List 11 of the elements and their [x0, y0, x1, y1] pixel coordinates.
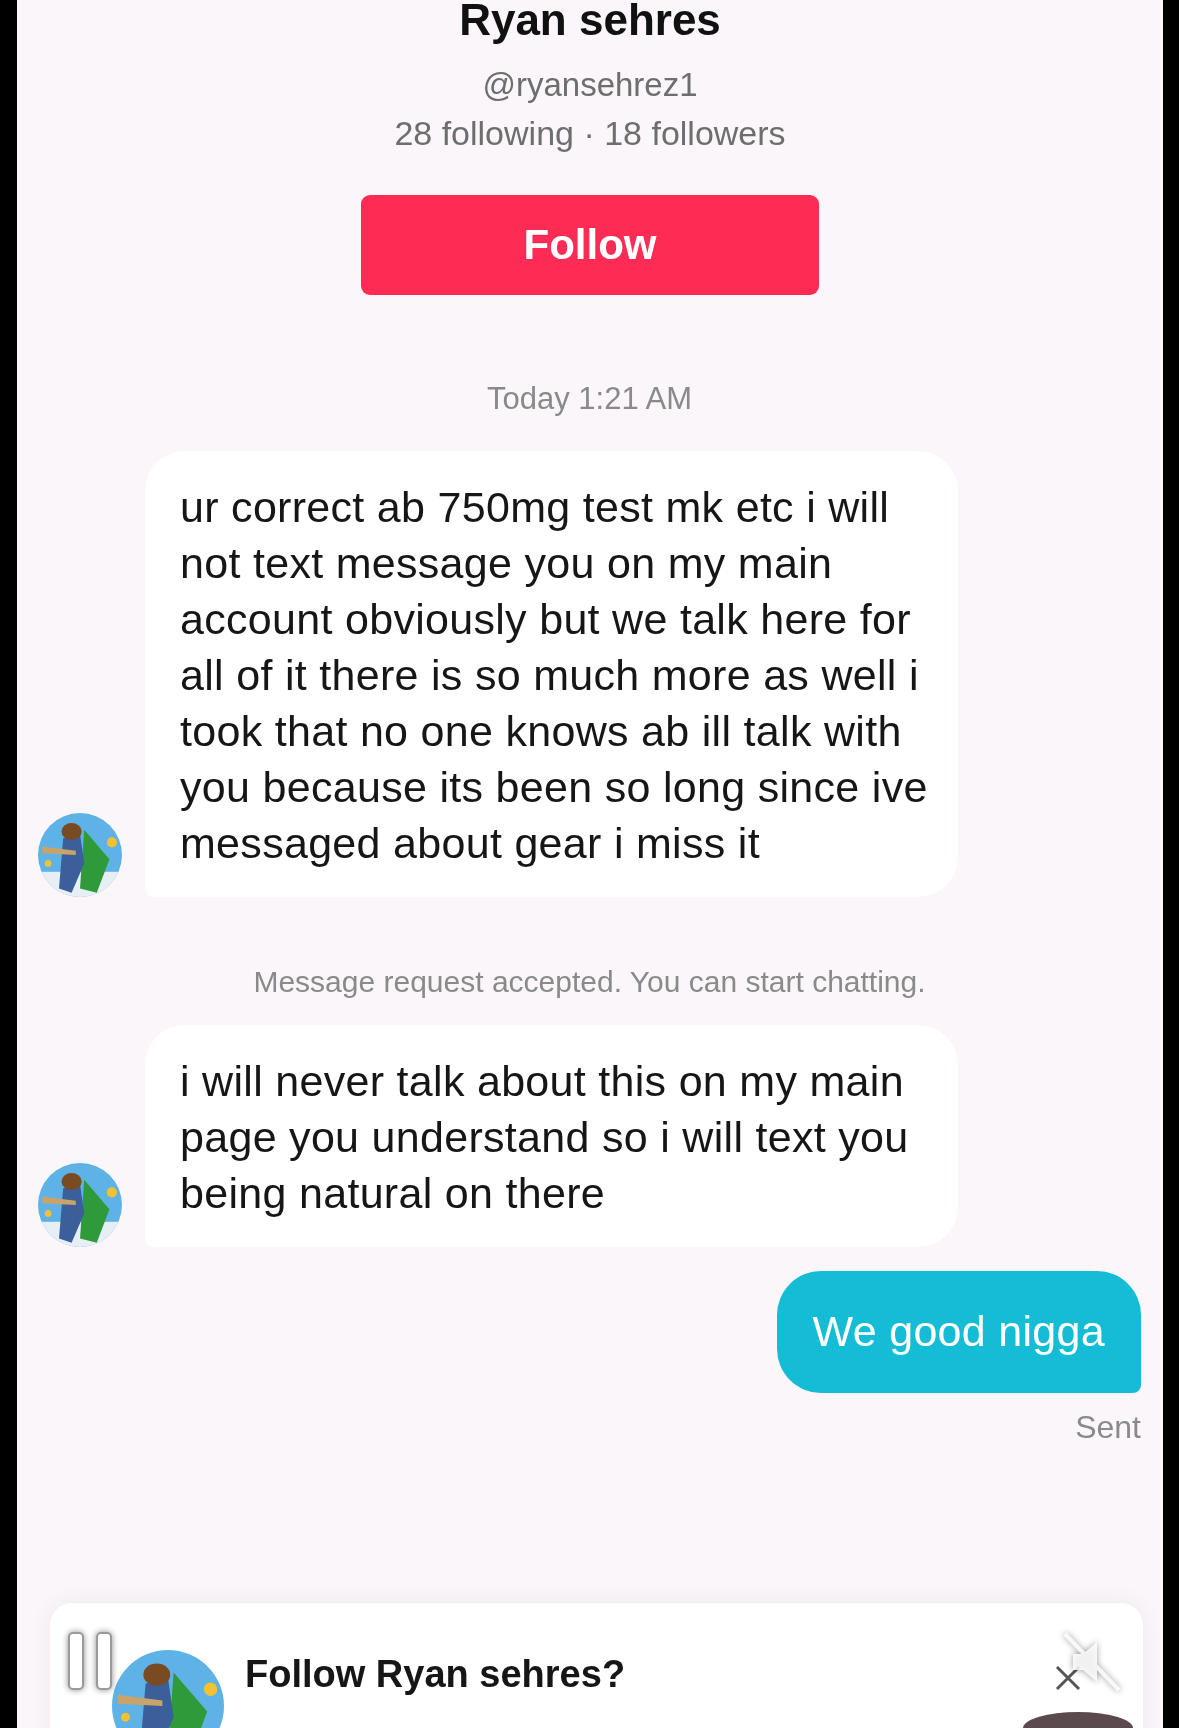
message-bubble: i will never talk about this on my main page you understand so i will text you being natural on there: [145, 1025, 958, 1247]
prompt-title: Follow Ryan sehres?: [245, 1653, 626, 1696]
follow-button[interactable]: Follow: [361, 195, 819, 295]
pause-icon[interactable]: [68, 1632, 112, 1690]
message-bubble: ur correct ab 750mg test mk etc i will not text message you on my main account obviously but we talk here for all of it there is so much more as well i took that no one knows ab ill talk with you because its been so long since ive messaged about gear i miss it: [145, 451, 958, 897]
follow-stats: 28 following · 18 followers: [394, 114, 786, 153]
sent-status: Sent: [1075, 1409, 1141, 1446]
message-timestamp: Today 1:21 AM: [486, 381, 693, 417]
system-message: Message request accepted. You can start chatting.: [253, 965, 926, 999]
profile-handle: @ryansehrez1: [482, 66, 698, 104]
message-bubble: We good nigga: [776, 1271, 1141, 1393]
